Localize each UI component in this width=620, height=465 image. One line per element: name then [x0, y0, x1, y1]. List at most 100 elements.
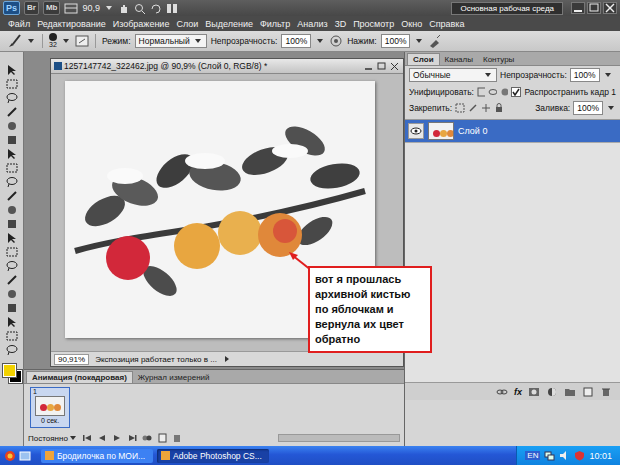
brush-tool-icon[interactable] — [6, 33, 22, 49]
frames-scrollbar[interactable] — [278, 434, 400, 442]
zoom-field[interactable]: 90,91% — [54, 354, 89, 365]
photoshop-logo[interactable]: Ps — [3, 1, 20, 15]
tool-icon[interactable] — [5, 92, 19, 104]
frame-delay[interactable]: 0 сек. — [41, 416, 59, 425]
propagate-checkbox[interactable] — [511, 87, 521, 97]
animation-frame[interactable]: 1 0 сек. — [30, 387, 70, 428]
adjustment-icon[interactable] — [546, 387, 558, 397]
dropdown-icon[interactable] — [63, 39, 69, 43]
zoom-icon[interactable] — [134, 3, 146, 14]
flow-field[interactable]: 100% — [381, 34, 411, 48]
menu-item[interactable]: Слои — [176, 19, 198, 29]
blend-mode-select[interactable]: Обычные — [409, 68, 497, 82]
menu-item[interactable]: Окно — [401, 19, 422, 29]
tool-icon[interactable] — [5, 330, 19, 342]
tool-icon[interactable] — [5, 316, 19, 328]
tool-icon[interactable] — [5, 64, 19, 76]
mini-bridge-button[interactable]: Mb — [43, 1, 61, 15]
volume-icon[interactable] — [559, 450, 570, 461]
tool-icon[interactable] — [5, 162, 19, 174]
rotate-icon[interactable] — [150, 3, 162, 14]
airbrush-icon[interactable] — [428, 34, 442, 48]
dropdown-icon[interactable] — [416, 39, 422, 43]
play-icon[interactable] — [111, 433, 123, 443]
panel-tab[interactable]: Анимация (покадровая) — [26, 371, 133, 383]
arrange-icon[interactable] — [166, 3, 178, 14]
link-icon[interactable] — [496, 387, 508, 397]
tool-icon[interactable] — [5, 148, 19, 160]
tool-icon[interactable] — [5, 260, 19, 272]
tool-icon[interactable] — [5, 344, 19, 356]
unify-style-icon[interactable] — [500, 87, 509, 97]
mask-icon[interactable] — [528, 387, 540, 397]
tool-icon[interactable] — [5, 288, 19, 300]
menu-item[interactable]: Изображение — [113, 19, 170, 29]
dropdown-icon[interactable] — [106, 6, 112, 10]
duplicate-frame-icon[interactable] — [156, 433, 168, 443]
tool-icon[interactable] — [5, 134, 19, 146]
minimize-icon[interactable] — [571, 2, 585, 14]
shield-icon[interactable] — [574, 450, 585, 461]
menu-item[interactable]: Выделение — [205, 19, 253, 29]
delete-frame-icon[interactable] — [171, 433, 183, 443]
trash-icon[interactable] — [600, 387, 612, 397]
menu-item[interactable]: Справка — [429, 19, 464, 29]
tween-icon[interactable] — [141, 433, 153, 443]
panel-tab[interactable]: Журнал измерений — [133, 372, 215, 383]
tool-icon[interactable] — [5, 232, 19, 244]
next-frame-icon[interactable] — [126, 433, 138, 443]
first-frame-icon[interactable] — [81, 433, 93, 443]
close-icon[interactable] — [603, 2, 617, 14]
foreground-color-swatch[interactable] — [3, 364, 16, 377]
tool-icon[interactable] — [5, 204, 19, 216]
layer-opacity-field[interactable]: 100% — [570, 68, 600, 82]
tool-icon[interactable] — [5, 274, 19, 286]
tool-icon[interactable] — [5, 246, 19, 258]
hand-icon[interactable] — [118, 3, 130, 14]
menu-item[interactable]: Редактирование — [37, 19, 106, 29]
tool-icon[interactable] — [5, 78, 19, 90]
brush-preset[interactable]: 32 — [49, 33, 57, 49]
lock-transparency-icon[interactable] — [455, 103, 465, 113]
tool-icon[interactable] — [5, 120, 19, 132]
view-extras-icon[interactable] — [64, 3, 78, 14]
zoom-level[interactable]: 90,9 — [82, 3, 100, 13]
lock-pixels-icon[interactable] — [468, 103, 478, 113]
dropdown-icon[interactable] — [605, 73, 611, 77]
unify-visibility-icon[interactable] — [488, 87, 497, 97]
maximize-icon[interactable] — [587, 2, 601, 14]
menu-item[interactable]: Фильтр — [260, 19, 290, 29]
desktop-icon[interactable] — [19, 450, 31, 462]
tool-icon[interactable] — [5, 302, 19, 314]
folder-icon[interactable] — [564, 387, 576, 397]
dropdown-icon[interactable] — [28, 39, 34, 43]
workspace-button[interactable]: Основная рабочая среда — [451, 2, 563, 15]
panel-tab[interactable]: Каналы — [440, 54, 478, 65]
visibility-toggle[interactable] — [408, 123, 424, 139]
menu-item[interactable]: Просмотр — [353, 19, 394, 29]
language-indicator[interactable]: EN — [525, 451, 540, 460]
loop-select[interactable]: Постоянно — [28, 434, 78, 443]
layer-row[interactable]: Слой 0 — [405, 120, 620, 143]
opacity-field[interactable]: 100% — [281, 34, 311, 48]
fill-field[interactable]: 100% — [573, 101, 603, 115]
pressure-opacity-icon[interactable] — [329, 34, 343, 48]
tool-icon[interactable] — [5, 106, 19, 118]
browser-icon[interactable] — [4, 450, 16, 462]
brush-panel-icon[interactable] — [75, 34, 89, 48]
close-icon[interactable] — [389, 62, 400, 71]
tool-icon[interactable] — [5, 176, 19, 188]
layer-style-button[interactable]: fx — [514, 387, 522, 397]
menu-item[interactable]: Файл — [8, 19, 30, 29]
previous-frame-icon[interactable] — [96, 433, 108, 443]
menu-item[interactable]: 3D — [335, 19, 347, 29]
panel-tab[interactable]: Контуры — [478, 54, 519, 65]
dropdown-icon[interactable] — [317, 39, 323, 43]
network-icon[interactable] — [544, 450, 555, 461]
restore-icon[interactable] — [376, 62, 387, 71]
dropdown-icon[interactable] — [608, 106, 614, 110]
lock-all-icon[interactable] — [494, 103, 504, 113]
minimize-icon[interactable] — [363, 62, 374, 71]
panel-tab[interactable]: Слои — [407, 53, 440, 65]
bridge-button[interactable]: Br — [24, 1, 39, 15]
